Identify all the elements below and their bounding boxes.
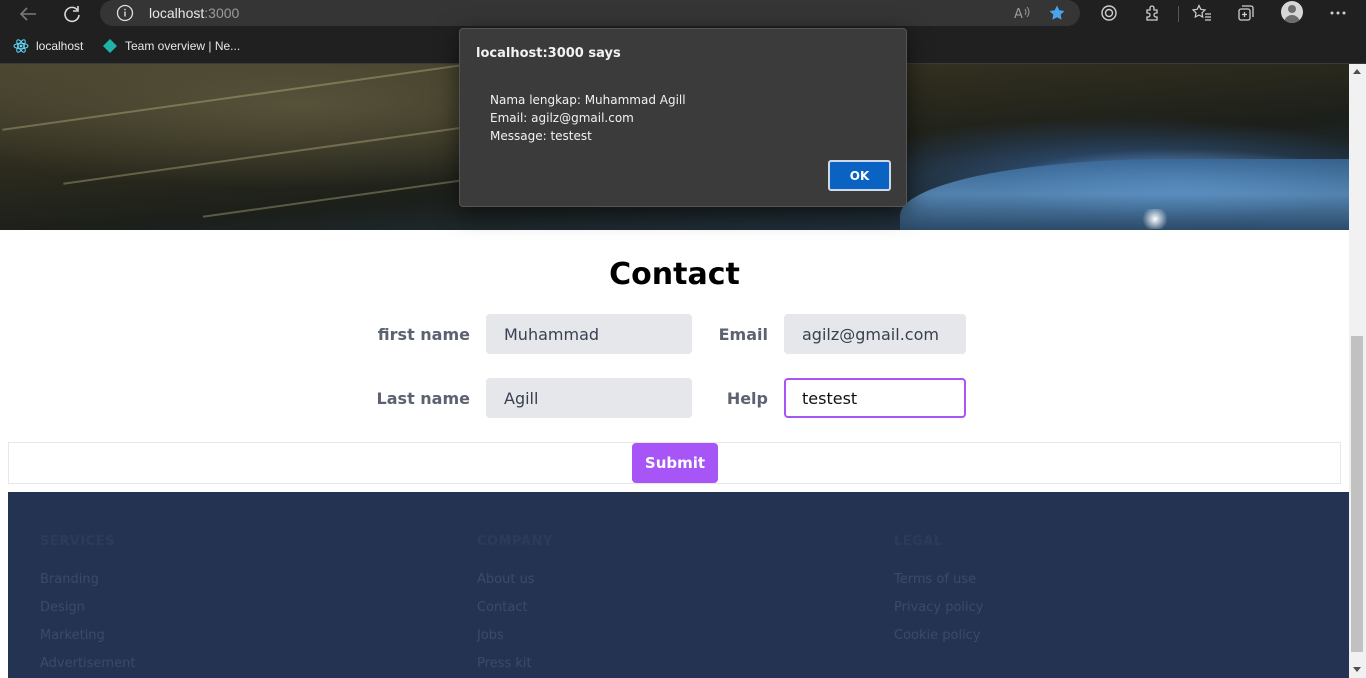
address-bar[interactable]: localhost:3000 A <box>100 0 1080 26</box>
footer-link[interactable]: Advertisement <box>40 650 135 678</box>
footer-link[interactable]: Design <box>40 594 135 622</box>
collections-icon[interactable] <box>1233 2 1259 24</box>
favorites-icon[interactable] <box>1189 2 1215 24</box>
dialog-line-name: Nama lengkap: Muhammad Agill <box>490 93 686 107</box>
footer-link[interactable]: Terms of use <box>894 566 983 594</box>
footer-heading: LEGAL <box>894 534 943 549</box>
url-port: :3000 <box>204 5 240 21</box>
read-aloud-icon[interactable]: A <box>1011 3 1033 23</box>
alert-dialog: localhost:3000 says Nama lengkap: Muhamm… <box>459 28 907 207</box>
bookmark-team-overview[interactable]: Team overview | Ne... <box>102 36 240 56</box>
dialog-title: localhost:3000 says <box>476 46 621 61</box>
toolbar-separator <box>1178 6 1179 22</box>
back-arrow-icon[interactable] <box>14 2 42 26</box>
favorite-star-icon[interactable] <box>1046 3 1068 23</box>
footer-link[interactable]: About us <box>477 566 553 594</box>
tracking-icon[interactable] <box>1096 2 1122 24</box>
contact-title: Contact <box>609 257 740 292</box>
footer-legal: LEGAL Terms of use Privacy policy Cookie… <box>894 534 983 650</box>
bookmark-label: localhost <box>36 39 84 53</box>
footer: SERVICES Branding Design Marketing Adver… <box>8 492 1349 678</box>
refresh-icon[interactable] <box>58 2 86 26</box>
svg-text:A: A <box>1014 7 1023 21</box>
last-name-input[interactable]: Agill <box>486 378 692 418</box>
page-scrollbar[interactable] <box>1349 64 1366 678</box>
footer-link[interactable]: Press kit <box>477 650 553 678</box>
diamond-icon <box>102 38 118 54</box>
first-name-label: first name <box>377 325 470 344</box>
footer-services: SERVICES Branding Design Marketing Adver… <box>40 534 135 678</box>
footer-heading: SERVICES <box>40 534 115 549</box>
last-name-label: Last name <box>376 389 470 408</box>
browser-toolbar: localhost:3000 A <box>0 0 1366 30</box>
help-input[interactable]: testest <box>784 378 966 418</box>
footer-link[interactable]: Contact <box>477 594 553 622</box>
info-icon[interactable] <box>116 4 134 27</box>
url-host: localhost <box>149 5 205 21</box>
email-input[interactable]: agilz@gmail.com <box>784 314 966 354</box>
bookmark-localhost[interactable]: localhost <box>13 36 83 56</box>
footer-link[interactable]: Marketing <box>40 622 135 650</box>
scroll-down-icon[interactable] <box>1353 667 1361 672</box>
extensions-icon[interactable] <box>1140 2 1166 24</box>
dialog-line-message: Message: testest <box>490 129 592 143</box>
footer-link[interactable]: Jobs <box>477 622 553 650</box>
footer-link[interactable]: Privacy policy <box>894 594 983 622</box>
footer-link[interactable]: Branding <box>40 566 135 594</box>
react-icon <box>13 38 29 54</box>
scrollbar-thumb[interactable] <box>1351 336 1363 652</box>
scroll-up-icon[interactable] <box>1353 69 1361 74</box>
footer-company: COMPANY About us Contact Jobs Press kit <box>477 534 553 678</box>
footer-link[interactable]: Cookie policy <box>894 622 983 650</box>
bookmark-label: Team overview | Ne... <box>125 39 241 53</box>
first-name-input[interactable]: Muhammad <box>486 314 692 354</box>
footer-heading: COMPANY <box>477 534 553 549</box>
url-text: localhost:3000 <box>149 5 239 21</box>
submit-button[interactable]: Submit <box>632 443 718 483</box>
dialog-line-email: Email: agilz@gmail.com <box>490 111 634 125</box>
email-label: Email <box>718 325 768 344</box>
profile-avatar-icon[interactable] <box>1281 1 1303 23</box>
ok-button[interactable]: OK <box>828 160 891 191</box>
more-icon[interactable] <box>1325 2 1351 24</box>
help-label: Help <box>726 389 768 408</box>
